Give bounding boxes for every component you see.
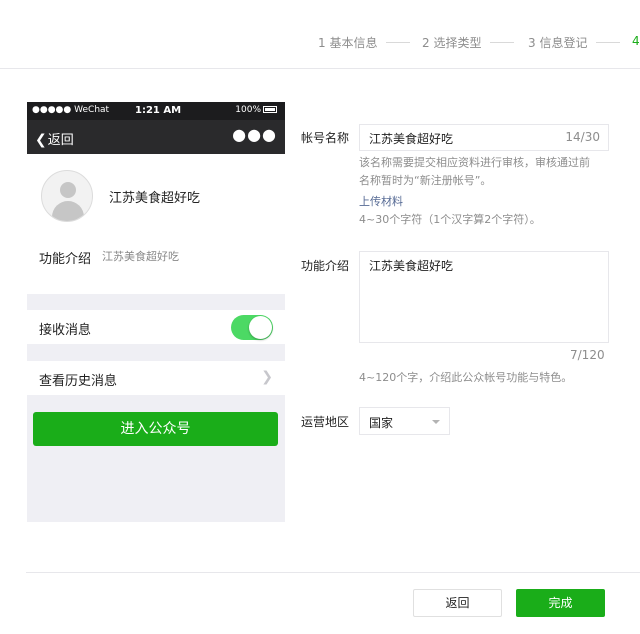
chevron-right-icon: ❯ [261,369,273,385]
receive-messages-cell: 接收消息 [27,310,285,344]
receive-messages-label: 接收消息 [39,323,92,338]
footer-divider [26,572,640,573]
account-name: 江苏美食超好吃 [109,191,201,206]
phone-back-button[interactable]: ❮返回 [35,129,74,148]
phone-preview: ●●●●● WeChat 1:21 AM 100% ❮返回 ●●● 江苏美食超好… [27,102,285,522]
step-divider [490,42,514,43]
history-messages-label: 查看历史消息 [39,374,118,389]
avatar-placeholder-icon [41,170,93,222]
carrier-label: ●●●●● WeChat [32,105,110,115]
step-finish: 4 [632,34,640,48]
upload-materials-link[interactable]: 上传材料 [359,193,403,209]
step-divider [596,42,620,43]
history-messages-cell[interactable]: 查看历史消息 ❯ [27,361,285,395]
battery-indicator: 100% [235,105,277,115]
step-divider [386,42,410,43]
chevron-down-icon [432,420,440,424]
phone-intro-label: 功能介绍 [39,252,92,267]
enter-account-button[interactable]: 进入公众号 [33,412,278,446]
intro-rule: 4~120个字，介绍此公众帐号功能与特色。 [359,371,573,384]
header-divider [0,68,640,69]
region-select[interactable]: 国家 [359,407,450,435]
account-name-label: 帐号名称 [301,131,350,145]
more-options-icon[interactable]: ●●● [232,125,277,144]
receive-messages-toggle[interactable] [231,315,273,340]
step-select-type: 2 选择类型 [422,36,482,50]
account-name-tip-line2: 名称暂时为“新注册帐号”。 [359,174,492,187]
account-name-value: 江苏美食超好吃 [369,132,454,146]
region-selected-value: 国家 [369,416,394,430]
phone-nav-bar: ❮返回 ●●● [27,120,285,154]
intro-textarea[interactable]: 江苏美食超好吃 [359,251,609,343]
phone-intro-value: 江苏美食超好吃 [102,250,179,263]
chevron-left-icon: ❮ [35,132,47,148]
account-name-counter: 14/30 [565,130,600,144]
step-basic-info: 1 基本信息 [318,36,378,50]
done-button[interactable]: 完成 [516,589,605,617]
step-info-register: 3 信息登记 [528,36,588,50]
intro-value: 江苏美食超好吃 [369,259,454,273]
intro-counter: 7/120 [570,348,605,362]
region-label: 运营地区 [301,415,350,429]
back-button[interactable]: 返回 [413,589,502,617]
account-name-tip-line1: 该名称需要提交相应资料进行审核，审核通过前 [359,156,590,169]
battery-icon [263,106,277,113]
step-indicator: 1 基本信息 2 选择类型 3 信息登记 4 [318,34,640,52]
phone-back-label: 返回 [47,133,74,148]
phone-status-bar: ●●●●● WeChat 1:21 AM 100% [27,102,285,120]
clock: 1:21 AM [135,105,182,116]
phone-intro-section: 功能介绍 江苏美食超好吃 [27,238,285,294]
account-profile: 江苏美食超好吃 [27,154,285,238]
battery-percent: 100% [235,105,261,115]
account-name-rule: 4~30个字符（1个汉字算2个字符）。 [359,213,541,226]
account-name-input[interactable]: 江苏美食超好吃 14/30 [359,124,609,151]
intro-label: 功能介绍 [301,259,350,273]
